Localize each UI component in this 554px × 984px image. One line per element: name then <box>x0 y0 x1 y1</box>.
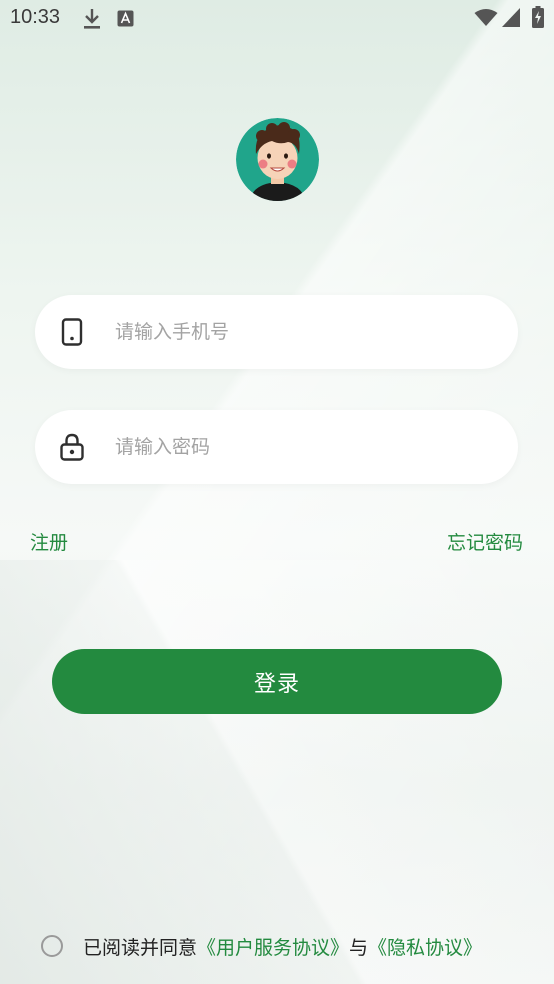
user-agreement-link[interactable]: 《用户服务协议》 <box>197 933 349 960</box>
agreement-row: 已阅读并同意 《用户服务协议》 与 《隐私协议》 <box>41 930 482 962</box>
status-bar: 10:33 <box>0 0 554 38</box>
signal-icon <box>502 8 520 27</box>
password-field[interactable] <box>35 410 518 484</box>
phone-icon <box>61 318 83 346</box>
avatar <box>236 118 319 201</box>
agreement-conjunction: 与 <box>349 936 369 959</box>
agreement-prefix: 已阅读并同意 <box>83 936 198 959</box>
background-decoration-lower <box>0 560 554 984</box>
agreement-checkbox[interactable] <box>41 935 63 957</box>
phone-field[interactable] <box>35 295 518 369</box>
wifi-icon <box>474 9 498 26</box>
login-button[interactable]: 登录 <box>52 649 502 714</box>
password-input[interactable] <box>115 410 495 484</box>
battery-charging-icon <box>532 6 544 28</box>
privacy-policy-link[interactable]: 《隐私协议》 <box>368 933 482 960</box>
register-link[interactable]: 注册 <box>30 528 68 555</box>
status-time: 10:33 <box>10 6 61 28</box>
forgot-password-link[interactable]: 忘记密码 <box>447 528 523 555</box>
phone-input[interactable] <box>115 295 495 369</box>
text-notification-icon <box>117 10 134 27</box>
lock-icon <box>60 433 84 461</box>
download-icon <box>84 9 100 29</box>
